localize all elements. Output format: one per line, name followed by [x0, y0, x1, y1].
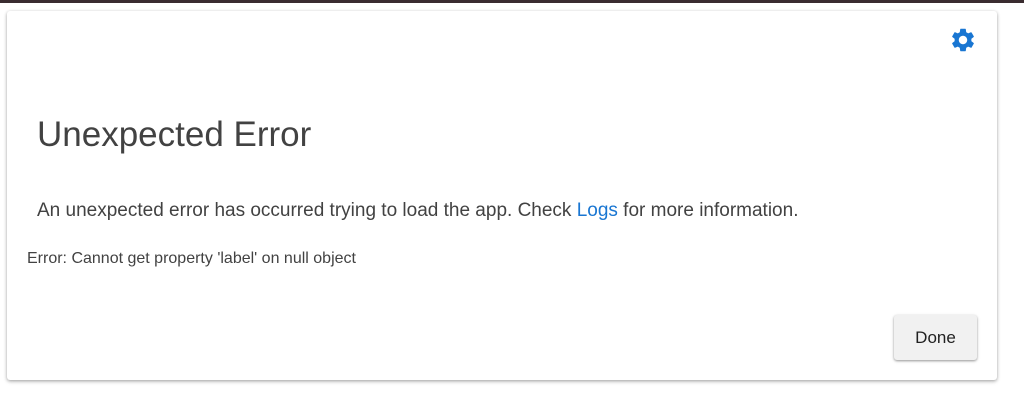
settings-button[interactable] — [949, 26, 977, 54]
dialog-title: Unexpected Error — [37, 115, 312, 154]
error-detail: Error: Cannot get property 'label' on nu… — [27, 250, 356, 267]
done-button[interactable]: Done — [894, 315, 977, 360]
error-message-text-before: An unexpected error has occurred trying … — [37, 200, 577, 221]
error-message-text-after: for more information. — [617, 200, 799, 221]
gear-icon — [952, 28, 974, 52]
logs-link[interactable]: Logs — [577, 200, 618, 221]
error-message: An unexpected error has occurred trying … — [37, 200, 798, 222]
top-bar — [0, 0, 1024, 3]
error-dialog-card: Unexpected Error An unexpected error has… — [7, 11, 997, 380]
